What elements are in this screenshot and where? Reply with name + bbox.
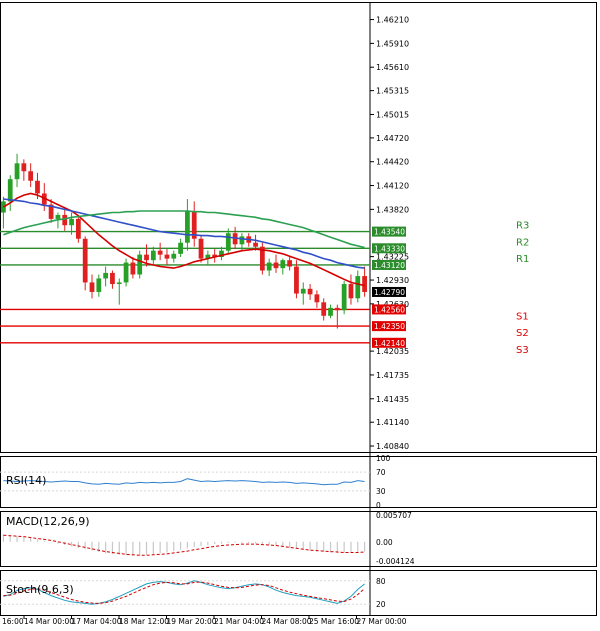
- chart-background: [0, 0, 600, 631]
- candle-body: [280, 260, 286, 269]
- level-name-r2: R2: [516, 237, 529, 248]
- level-name-s1: S1: [516, 311, 529, 322]
- candle-body: [14, 163, 20, 180]
- rsi-axis-label: 30: [376, 487, 386, 496]
- candle-body: [328, 307, 333, 316]
- candle-body: [116, 282, 122, 285]
- chart-root: R3 R2 R1 S1 S2 S3 RSI(14) MACD(12,26,9) Stoch…: [0, 0, 600, 631]
- level-price-label-s2: 1.42350: [374, 322, 405, 331]
- candle-body: [157, 250, 163, 255]
- price-axis-label: 1.44120: [376, 182, 409, 191]
- candle-body: [198, 238, 204, 259]
- x-axis-labels: 16:00 14 Mar 00:0017 Mar 04:0018 Mar 12:0…: [2, 615, 407, 626]
- candle-body: [307, 288, 313, 295]
- stoch-axis-label: 80: [376, 577, 386, 586]
- candle-body: [362, 276, 367, 292]
- level-price-label-r2: 1.43330: [374, 244, 405, 253]
- price-axis-label: 1.44720: [376, 134, 409, 143]
- candle-body: [253, 242, 258, 247]
- price-axis-label: 1.45315: [376, 87, 409, 96]
- macd-axis-label: -0.004124: [376, 557, 415, 566]
- x-axis-label: 17 Mar 04:00: [72, 617, 122, 626]
- candle-body: [62, 214, 68, 226]
- candle-body: [69, 218, 74, 226]
- candle-body: [294, 266, 299, 294]
- candle-body: [321, 302, 327, 316]
- candle-body: [82, 238, 88, 283]
- candle-body: [239, 236, 245, 245]
- price-axis-label: 1.45910: [376, 39, 409, 48]
- candle-body: [341, 284, 347, 311]
- x-axis-label: 14 Mar 00:00: [24, 617, 74, 626]
- candle-body: [96, 278, 102, 292]
- candle-body: [89, 282, 95, 292]
- price-axis-label: 1.42930: [376, 276, 409, 285]
- x-axis-label: 25 Mar 16:00: [309, 617, 359, 626]
- candle-body: [273, 262, 279, 269]
- candle-body: [144, 254, 149, 261]
- price-axis-label: 1.46210: [376, 16, 409, 25]
- level-name-s3: S3: [516, 345, 529, 356]
- stoch-title: Stoch(9,6,3): [6, 583, 74, 596]
- level-price-label-s3: 1.42140: [374, 339, 405, 348]
- candle-body: [35, 180, 40, 194]
- price-axis-label: 1.41140: [376, 418, 409, 427]
- candle-body: [178, 242, 183, 254]
- candle-body: [348, 284, 354, 299]
- level-price-label-r3: 1.43540: [374, 228, 405, 237]
- level-price-label-r1: 1.43120: [374, 261, 405, 270]
- x-axis-label: 19 Mar 20:00: [167, 617, 217, 626]
- macd-axis-label: 0.005707: [376, 511, 412, 520]
- candle-body: [130, 262, 136, 275]
- candle-body: [103, 272, 109, 279]
- price-axis-label: 1.45610: [376, 63, 409, 72]
- candle-body: [150, 250, 156, 261]
- level-price-label-s1: 1.42560: [374, 305, 405, 314]
- candle-body: [28, 171, 34, 181]
- price-axis-label: 1.42035: [376, 347, 409, 356]
- candle-body: [355, 276, 361, 299]
- stoch-axis-label: 20: [376, 600, 386, 609]
- price-axis-label: 1.41435: [376, 395, 409, 404]
- candle-body: [123, 262, 129, 283]
- candle-body: [110, 272, 115, 285]
- candle-body: [300, 288, 306, 294]
- candle-body: [185, 210, 190, 243]
- price-axis-label: 1.41735: [376, 371, 409, 380]
- candle-body: [287, 260, 293, 267]
- price-axis-label: 1.45015: [376, 110, 409, 119]
- rsi-title: RSI(14): [6, 474, 46, 487]
- price-axis-label: 1.43820: [376, 205, 409, 214]
- price-axis-label: 1.44420: [376, 158, 409, 167]
- level-name-r1: R1: [516, 254, 529, 265]
- candle-body: [21, 163, 27, 172]
- candle-body: [334, 307, 340, 311]
- macd-title: MACD(12,26,9): [6, 515, 90, 528]
- level-name-s2: S2: [516, 328, 529, 339]
- rsi-axis-label: 70: [376, 468, 386, 477]
- candle-body: [137, 254, 143, 275]
- candle-body: [314, 294, 320, 303]
- candle-body: [266, 262, 272, 271]
- x-axis-label-first: 16:00: [2, 617, 24, 626]
- price-axis-label: 1.40840: [376, 442, 409, 451]
- candle-body: [164, 254, 170, 259]
- level-name-r3: R3: [516, 221, 529, 232]
- candle-body: [7, 179, 13, 202]
- candle-body: [75, 218, 81, 239]
- x-axis-label: 24 Mar 08:00: [262, 617, 312, 626]
- macd-axis-label: 0.00: [376, 538, 393, 547]
- candle-body: [225, 233, 231, 251]
- x-axis-label: 27 Mar 00:00: [357, 617, 407, 626]
- candle-body: [171, 253, 177, 259]
- rsi-axis-label: 100: [376, 454, 391, 463]
- current-price-label: 1.42790: [374, 288, 405, 297]
- x-axis-label: 18 Mar 12:00: [119, 617, 169, 626]
- rsi-axis-label: 0: [376, 501, 381, 510]
- x-axis-label: 21 Mar 04:00: [214, 617, 264, 626]
- candle-body: [55, 214, 61, 219]
